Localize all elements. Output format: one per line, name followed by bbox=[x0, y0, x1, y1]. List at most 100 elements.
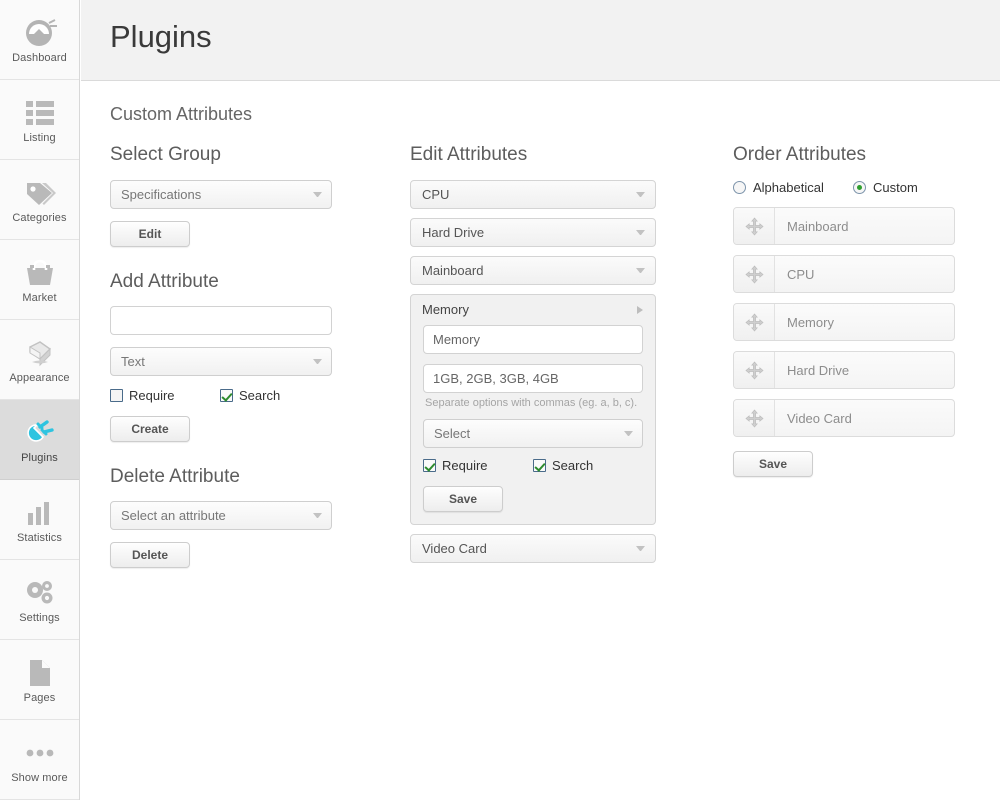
sidebar-item-categories[interactable]: Categories bbox=[0, 160, 79, 240]
chevron-down-icon bbox=[636, 181, 645, 208]
chevron-down-icon bbox=[636, 535, 645, 562]
sidebar-item-appearance[interactable]: Appearance bbox=[0, 320, 79, 400]
add-attribute-flags: Require Search bbox=[110, 388, 350, 403]
new-attribute-type-select[interactable]: Text bbox=[110, 347, 332, 376]
accordion-header-video-card[interactable]: Video Card bbox=[410, 534, 656, 563]
memory-flags: Require Search bbox=[423, 458, 643, 473]
move-handle-icon[interactable] bbox=[734, 208, 775, 244]
sidebar-item-label: Plugins bbox=[21, 451, 58, 464]
column-group-settings: Select Group Specifications Edit Add Att… bbox=[110, 144, 350, 568]
accordion-label: Memory bbox=[422, 302, 469, 317]
checkbox-icon bbox=[110, 389, 123, 402]
create-attribute-button[interactable]: Create bbox=[110, 416, 190, 442]
checkbox-checked-icon bbox=[220, 389, 233, 402]
checkbox-checked-icon bbox=[423, 459, 436, 472]
section-title: Custom Attributes bbox=[110, 104, 253, 124]
order-list-item[interactable]: Hard Drive bbox=[733, 351, 955, 389]
new-attribute-name-input[interactable] bbox=[110, 306, 332, 335]
chevron-down-icon bbox=[624, 420, 633, 447]
memory-save-button[interactable]: Save bbox=[423, 486, 503, 512]
memory-options-input[interactable] bbox=[423, 364, 643, 393]
sidebar-item-statistics[interactable]: Statistics bbox=[0, 480, 79, 560]
sidebar-item-show-more[interactable]: Show more bbox=[0, 720, 79, 800]
sidebar-item-label: Pages bbox=[23, 691, 56, 704]
order-mode-group: Alphabetical Custom bbox=[733, 180, 978, 195]
page-header: Plugins bbox=[81, 0, 1000, 81]
sidebar-item-label: Listing bbox=[23, 131, 56, 144]
order-attributes-heading: Order Attributes bbox=[733, 144, 867, 165]
chevron-down-icon bbox=[313, 181, 322, 208]
order-item-label: CPU bbox=[787, 266, 815, 282]
memory-name-input[interactable] bbox=[423, 325, 643, 354]
chevron-down-icon bbox=[313, 348, 322, 375]
dashboard-icon bbox=[20, 16, 60, 50]
memory-type-select[interactable]: Select bbox=[423, 419, 643, 448]
sidebar-item-plugins[interactable]: Plugins bbox=[0, 400, 79, 480]
edit-attributes-heading: Edit Attributes bbox=[410, 144, 528, 165]
memory-search-checkbox[interactable]: Search bbox=[533, 458, 593, 473]
order-list-item[interactable]: Video Card bbox=[733, 399, 955, 437]
delete-attribute-button[interactable]: Delete bbox=[110, 542, 190, 568]
page-title: Plugins bbox=[110, 19, 212, 54]
sidebar-item-pages[interactable]: Pages bbox=[0, 640, 79, 720]
sidebar-item-dashboard[interactable]: Dashboard bbox=[0, 0, 79, 80]
add-require-checkbox[interactable]: Require bbox=[110, 388, 220, 403]
chevron-down-icon bbox=[636, 219, 645, 246]
page-icon bbox=[20, 656, 60, 690]
memory-search-label: Search bbox=[552, 458, 594, 473]
sidebar-item-label: Show more bbox=[11, 771, 68, 784]
sidebar-item-listing[interactable]: Listing bbox=[0, 80, 79, 160]
accordion-label: Video Card bbox=[422, 541, 487, 556]
move-handle-icon[interactable] bbox=[734, 352, 775, 388]
order-mode-custom[interactable]: Custom bbox=[853, 180, 918, 195]
accordion-header-mainboard[interactable]: Mainboard bbox=[410, 256, 656, 285]
tag-icon bbox=[20, 176, 60, 210]
edit-group-button[interactable]: Edit bbox=[110, 221, 190, 247]
accordion-header-hard-drive[interactable]: Hard Drive bbox=[410, 218, 656, 247]
order-mode-alphabetical-label: Alphabetical bbox=[753, 180, 824, 195]
group-select-value: Specifications bbox=[121, 187, 202, 202]
radio-selected-icon bbox=[853, 181, 866, 194]
chevron-right-icon bbox=[637, 306, 643, 314]
column-edit-attributes: Edit Attributes CPU Hard Drive Mainboard… bbox=[410, 144, 658, 572]
main-sidebar: Dashboard Listing Categories Market Appe… bbox=[0, 0, 80, 800]
delete-attribute-heading: Delete Attribute bbox=[110, 466, 240, 487]
sidebar-item-label: Statistics bbox=[16, 531, 62, 544]
plug-icon bbox=[20, 416, 60, 450]
accordion-header-cpu[interactable]: CPU bbox=[410, 180, 656, 209]
app-root: Dashboard Listing Categories Market Appe… bbox=[0, 0, 1000, 800]
chevron-down-icon bbox=[636, 257, 645, 284]
gears-icon bbox=[20, 576, 60, 610]
move-handle-icon[interactable] bbox=[734, 256, 775, 292]
listing-icon bbox=[20, 96, 60, 130]
basket-icon bbox=[20, 256, 60, 290]
group-select[interactable]: Specifications bbox=[110, 180, 332, 209]
order-item-label: Mainboard bbox=[787, 218, 849, 234]
main-content: Custom Attributes Select Group Specifica… bbox=[81, 82, 1000, 800]
radio-icon bbox=[733, 181, 746, 194]
column-order-attributes: Order Attributes Alphabetical Custom Mai… bbox=[733, 144, 978, 477]
add-attribute-heading: Add Attribute bbox=[110, 271, 219, 292]
accordion-label: Hard Drive bbox=[422, 225, 485, 240]
add-require-label: Require bbox=[129, 388, 175, 403]
delete-attribute-select[interactable]: Select an attribute bbox=[110, 501, 332, 530]
memory-options-hint: Separate options with commas (eg. a, b, … bbox=[425, 397, 638, 409]
order-mode-alphabetical[interactable]: Alphabetical bbox=[733, 180, 853, 195]
sidebar-item-label: Market bbox=[22, 291, 57, 304]
add-search-checkbox[interactable]: Search bbox=[220, 388, 280, 403]
order-list-item[interactable]: Memory bbox=[733, 303, 955, 341]
memory-type-value: Select bbox=[434, 426, 471, 441]
sidebar-item-market[interactable]: Market bbox=[0, 240, 79, 320]
accordion-header-memory[interactable]: Memory bbox=[411, 295, 655, 325]
order-item-label: Memory bbox=[787, 314, 834, 330]
order-list-item[interactable]: Mainboard bbox=[733, 207, 955, 245]
accordion-body-memory: Separate options with commas (eg. a, b, … bbox=[411, 325, 655, 512]
order-list-item[interactable]: CPU bbox=[733, 255, 955, 293]
move-handle-icon[interactable] bbox=[734, 304, 775, 340]
select-group-heading: Select Group bbox=[110, 144, 221, 165]
memory-require-checkbox[interactable]: Require bbox=[423, 458, 533, 473]
move-handle-icon[interactable] bbox=[734, 400, 775, 436]
sidebar-item-settings[interactable]: Settings bbox=[0, 560, 79, 640]
accordion-label: Mainboard bbox=[422, 263, 484, 278]
order-save-button[interactable]: Save bbox=[733, 451, 813, 477]
